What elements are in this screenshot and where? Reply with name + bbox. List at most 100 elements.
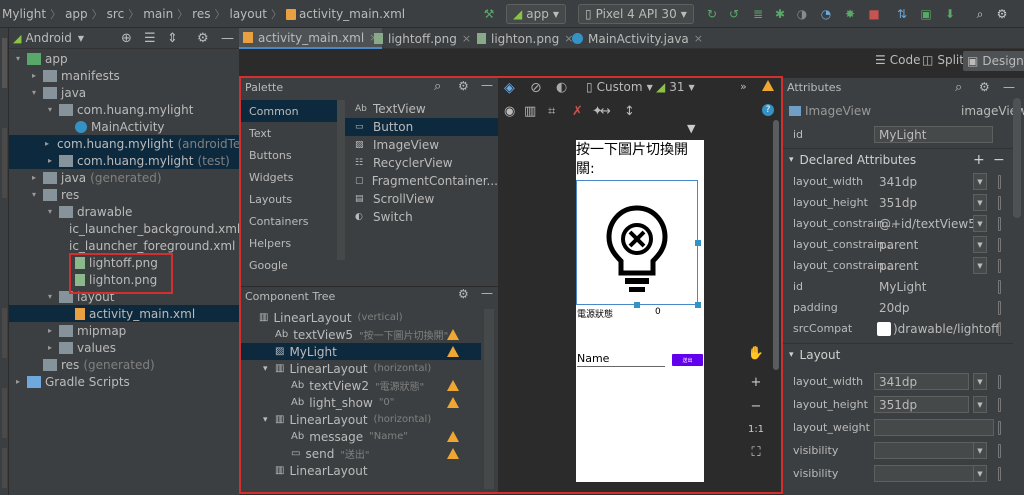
breadcrumb-src[interactable]: src <box>107 7 125 21</box>
attribute-value[interactable]: 20dp <box>879 301 910 315</box>
tree-item[interactable]: ic_launcher_background.xml <box>9 220 240 237</box>
palette-category[interactable]: Widgets <box>241 166 337 188</box>
component-tree-item[interactable]: Ab message "Name" <box>241 428 481 445</box>
orientation-icon[interactable]: ⊘ <box>530 80 542 96</box>
palette-category[interactable]: Helpers <box>241 232 337 254</box>
component-tree-item[interactable]: ▥ LinearLayout (vertical) <box>241 309 481 326</box>
chevron-down-icon[interactable]: ▾ <box>13 54 23 63</box>
resource-manager-tool-button[interactable] <box>2 128 7 198</box>
chevron-down-icon[interactable]: ▾ <box>45 292 55 301</box>
dropdown-button[interactable]: ▼ <box>973 373 987 390</box>
component-tree-scrollbar[interactable] <box>484 309 494 489</box>
tab-activity-main[interactable]: activity_main.xml× <box>239 28 383 49</box>
breadcrumb-layout[interactable]: layout <box>229 7 266 21</box>
chevron-down-icon[interactable]: ▾ <box>29 88 39 97</box>
power-label[interactable]: 電源狀態 <box>577 307 613 320</box>
zoom-out-icon[interactable]: − <box>745 395 767 417</box>
gear-icon[interactable]: ⚙ <box>458 287 469 301</box>
clear-constraints-icon[interactable]: ✗ <box>572 104 583 119</box>
palette-category[interactable]: Text <box>241 122 337 144</box>
night-mode-icon[interactable]: ◐ <box>556 80 567 95</box>
resource-picker-icon[interactable] <box>998 195 1001 210</box>
attribute-value[interactable]: MyLight <box>879 280 926 294</box>
expand-horizontal-icon[interactable]: ↔ <box>600 104 611 119</box>
palette-category[interactable]: Common <box>241 100 337 122</box>
palette-category[interactable]: Layouts <box>241 188 337 210</box>
tree-item[interactable]: ▸ java (generated) <box>9 169 239 186</box>
palette-item[interactable]: ▭ Button <box>345 118 498 136</box>
pan-hand-icon[interactable]: ✋ <box>745 342 767 364</box>
resize-handle[interactable] <box>695 240 701 246</box>
tree-item[interactable]: ▾ app <box>9 50 239 67</box>
power-value[interactable]: 0 <box>655 307 661 317</box>
apply-code-changes-icon[interactable]: ↺ <box>727 7 741 21</box>
resize-handle[interactable] <box>695 302 701 308</box>
component-tree-item[interactable]: ▾ ▥ LinearLayout (horizontal) <box>241 360 481 377</box>
resource-picker-icon[interactable] <box>998 444 1001 458</box>
attach-debugger-icon[interactable]: ✸ <box>843 7 857 21</box>
component-tree-item[interactable]: ▥ LinearLayout <box>241 462 481 479</box>
project-tool-button[interactable] <box>2 38 7 88</box>
warning-icon[interactable] <box>447 397 459 408</box>
help-icon[interactable]: ? <box>762 104 774 116</box>
dropdown-button[interactable]: ▼ <box>973 396 987 413</box>
palette-item[interactable]: ▢ FragmentContainer... <box>345 172 498 190</box>
attribute-value[interactable]: parent <box>879 259 918 273</box>
dropdown-button[interactable]: ▼ <box>973 442 987 459</box>
tab-main-activity[interactable]: MainActivity.java × <box>568 28 707 49</box>
palette-category[interactable]: Buttons <box>241 144 337 166</box>
chevron-down-icon[interactable]: ▾ <box>263 364 273 374</box>
breadcrumb-main[interactable]: main <box>143 7 173 21</box>
sdk-manager-icon[interactable]: ⬇ <box>943 7 957 21</box>
hide-icon[interactable]: — <box>221 31 234 46</box>
apply-changes-icon[interactable]: ↻ <box>705 7 719 21</box>
resource-picker-icon[interactable] <box>998 300 1001 315</box>
hide-icon[interactable]: — <box>1003 80 1015 94</box>
api-selector[interactable]: ◢ 31 ▼ <box>656 80 695 94</box>
palette-item[interactable]: ☷ RecyclerView <box>345 154 498 172</box>
warning-icon[interactable] <box>762 80 774 91</box>
dropdown-button[interactable]: ▼ <box>973 194 987 211</box>
chevron-down-icon[interactable]: ▾ <box>45 207 55 216</box>
zoom-actual-size-icon[interactable]: 1:1 <box>745 418 767 440</box>
build-variants-tool-button[interactable] <box>2 448 7 488</box>
warning-icon[interactable] <box>447 448 459 459</box>
component-tree-item[interactable]: Ab textView5 "按一下圖片切換開" <box>241 326 481 343</box>
expand-vertical-icon[interactable]: ↕ <box>624 104 635 119</box>
tree-item[interactable]: ▸ mipmap <box>9 322 239 339</box>
tree-item[interactable]: ▸ com.huang.mylight (test) <box>9 152 239 169</box>
search-icon[interactable]: ⌕ <box>973 7 987 21</box>
chevron-right-icon[interactable]: ▸ <box>45 156 55 165</box>
warning-icon[interactable] <box>447 431 459 442</box>
remove-icon[interactable]: − <box>993 152 1005 168</box>
code-mode-button[interactable]: ☰ Code <box>875 53 921 67</box>
magnet-icon[interactable]: ⌗ <box>548 104 555 119</box>
resource-picker-icon[interactable] <box>998 398 1001 412</box>
resource-picker-icon[interactable] <box>998 258 1001 273</box>
dropdown-button[interactable]: ▼ <box>973 465 987 482</box>
palette-category[interactable]: Containers <box>241 210 337 232</box>
title-text[interactable]: 按一下圖片切換開關: <box>576 141 702 179</box>
chevron-right-icon[interactable]: ▸ <box>45 326 55 335</box>
resize-handle[interactable] <box>634 302 640 308</box>
tree-item[interactable]: activity_main.xml <box>9 305 239 322</box>
profile-icon[interactable]: ◔ <box>819 7 833 21</box>
component-tree-item[interactable]: Ab light_show "0" <box>241 394 481 411</box>
attribute-value[interactable]: 341dp <box>879 175 917 189</box>
blueprint-icon[interactable]: ▥ <box>524 104 536 119</box>
warning-icon[interactable] <box>447 380 459 391</box>
send-button[interactable]: 送出 <box>672 354 703 366</box>
breadcrumb-project[interactable]: Mylight <box>2 7 46 21</box>
split-mode-button[interactable]: ◫ Split <box>922 53 964 67</box>
tree-item[interactable]: ▾ res <box>9 186 239 203</box>
design-mode-button[interactable]: ▣ Design <box>963 51 1024 71</box>
locate-icon[interactable]: ⊕ <box>121 31 132 46</box>
hide-icon[interactable]: — <box>481 286 493 300</box>
settings-gear-icon[interactable]: ⚙ <box>995 7 1009 21</box>
dropdown-button[interactable]: ▼ <box>973 173 987 190</box>
breadcrumb-app[interactable]: app <box>65 7 88 21</box>
sync-gradle-icon[interactable]: ⇅ <box>895 7 909 21</box>
layers-icon[interactable]: ◈ <box>504 80 515 96</box>
warning-icon[interactable] <box>447 329 459 340</box>
resource-picker-icon[interactable] <box>998 216 1001 231</box>
